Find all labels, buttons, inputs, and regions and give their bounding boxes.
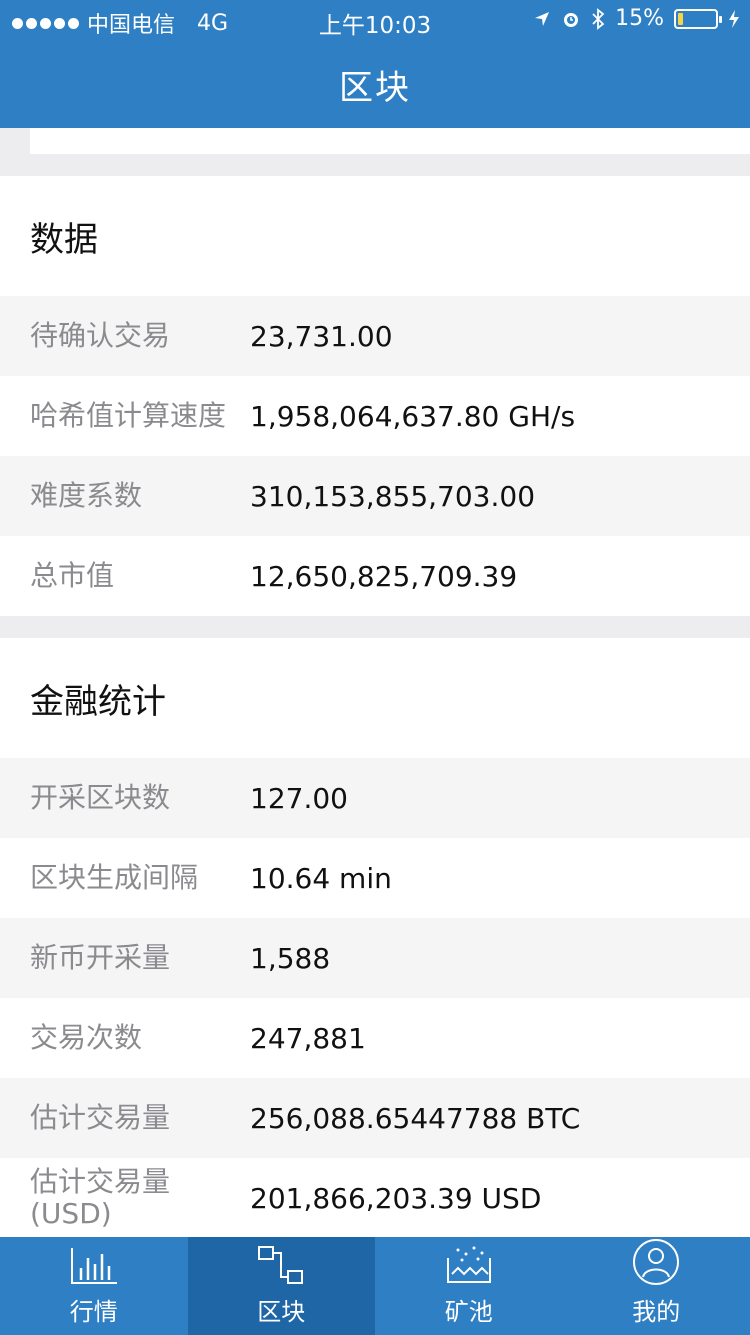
data-row-pending-tx: 待确认交易 23,731.00 [0,296,750,376]
data-row-est-volume-btc: 估计交易量 256,088.65447788 BTC [0,1078,750,1158]
row-label: 新币开采量 [30,941,171,974]
status-bar: 中国电信 4G 上午10:03 15% [0,0,750,40]
tab-label: 行情 [69,1298,118,1326]
row-value: 23,731.00 [250,319,393,353]
tab-label: 矿池 [444,1298,493,1326]
row-value: 1,588 [250,941,331,975]
row-value: 310,153,855,703.00 [250,479,536,513]
row-label: 难度系数 [30,479,143,512]
data-row-new-coins: 新币开采量 1,588 [0,918,750,998]
battery-percent: 15% [615,6,664,31]
tab-blocks[interactable]: 区块 [187,1237,375,1335]
tab-label: 区块 [257,1298,306,1326]
data-row-est-volume-usd: 估计交易量(USD) 201,866,203.39 USD [0,1158,750,1238]
row-value: 12,650,825,709.39 [250,559,518,593]
row-value: 247,881 [250,1021,366,1055]
row-value: 201,866,203.39 USD [250,1181,542,1215]
charging-icon [729,9,739,28]
data-row-block-interval: 区块生成间隔 10.64 min [0,838,750,918]
data-row-market-cap: 总市值 12,650,825,709.39 [0,536,750,616]
row-label: 估计交易量(USD) [30,1165,171,1230]
battery-icon [674,8,722,29]
row-label: 总市值 [30,559,115,592]
bar-chart-icon [70,1248,117,1284]
row-label: 估计交易量 [30,1101,171,1134]
main-content: 数据 待确认交易 23,731.00 哈希值计算速度 1,958,064,637… [0,128,750,1238]
mining-pool-icon [446,1246,491,1283]
data-row-hashrate: 哈希值计算速度 1,958,064,637.80 GH/s [0,376,750,456]
row-label: 交易次数 [30,1021,143,1054]
data-row-tx-count: 交易次数 247,881 [0,998,750,1078]
section-gap [0,154,750,176]
block-flow-icon [258,1246,304,1284]
row-value: 127.00 [250,781,348,815]
row-value: 256,088.65447788 BTC [250,1101,581,1135]
section-title-finance: 金融统计 [0,638,750,758]
battery-fill [678,12,683,25]
row-label: 区块生成间隔 [30,861,199,894]
top-divider [30,128,750,154]
tab-bar: 行情 区块 矿池 我的 [0,1237,750,1335]
page-title: 区块 [339,68,411,108]
user-profile-icon [633,1239,680,1285]
tab-market[interactable]: 行情 [0,1237,188,1335]
location-arrow-icon [535,11,550,26]
data-row-blocks-mined: 开采区块数 127.00 [0,758,750,838]
tab-profile[interactable]: 我的 [563,1237,750,1335]
section-gap [0,616,750,638]
tab-mining-pool[interactable]: 矿池 [375,1237,563,1335]
row-value: 1,958,064,637.80 GH/s [250,399,576,433]
row-value: 10.64 min [250,861,392,895]
row-label: 待确认交易 [30,319,171,352]
alarm-icon [564,12,579,27]
tab-label: 我的 [632,1298,681,1326]
status-right: 15% [533,6,740,31]
app-header: 中国电信 4G 上午10:03 15% 区块 [0,0,750,128]
data-row-difficulty: 难度系数 310,153,855,703.00 [0,456,750,536]
bluetooth-icon [592,7,605,30]
row-label: 开采区块数 [30,781,171,814]
row-label: 哈希值计算速度 [30,399,227,432]
section-title-data: 数据 [0,176,750,296]
